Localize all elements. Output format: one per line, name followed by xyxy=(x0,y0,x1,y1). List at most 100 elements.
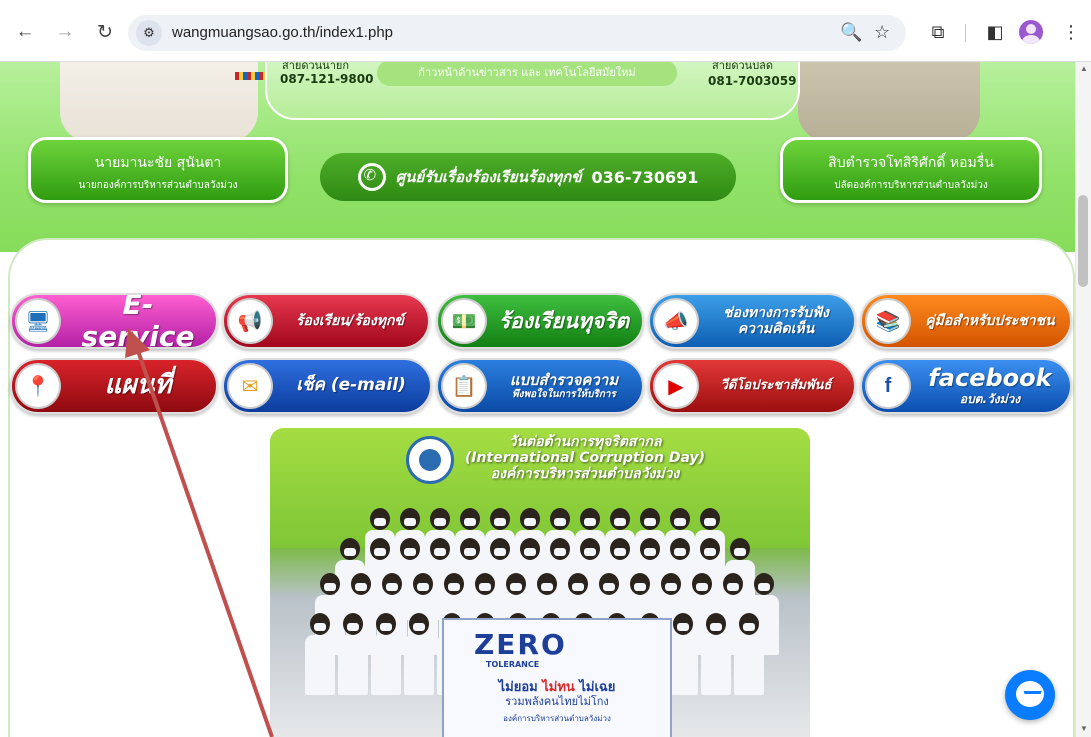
person-head xyxy=(723,573,743,595)
person-head xyxy=(700,508,720,530)
person-body xyxy=(371,635,401,695)
header-tagline: ก้าวหน้าด้านข่าวสาร และ เทคโนโลยีสมัยใหม… xyxy=(377,62,677,86)
person-head xyxy=(610,508,630,530)
mayor-phone: 087-121-9800 xyxy=(280,72,374,86)
page-viewport: ก้าวหน้าด้านข่าวสาร และ เทคโนโลยีสมัยใหม… xyxy=(0,62,1075,737)
opinion-channel-button[interactable]: 📣 ช่องทางการรับฟัง ความคิดเห็น xyxy=(648,293,856,349)
mayor-role: นายกองค์การบริหารส่วนตำบลวังม่วง xyxy=(78,180,238,191)
person-head xyxy=(670,538,690,560)
banner-subslogan: รวมพลังคนไทยไม่โกง xyxy=(505,695,609,708)
eservice-button[interactable]: 🖥 E-service xyxy=(10,293,218,349)
person-head xyxy=(376,613,396,635)
profile-avatar-icon[interactable] xyxy=(1019,20,1043,44)
whatsapp-icon xyxy=(357,163,386,191)
map-pin-icon: 📍 xyxy=(15,363,61,409)
person-head xyxy=(475,573,495,595)
person-head xyxy=(370,508,390,530)
banner-organization: องค์การบริหารส่วนตำบลวังม่วง xyxy=(503,714,611,723)
person-head xyxy=(460,538,480,560)
reload-icon[interactable]: ↻ xyxy=(92,19,118,45)
person-head xyxy=(340,538,360,560)
person-head xyxy=(460,508,480,530)
corruption-label: ร้องเรียนทุจริต xyxy=(498,308,630,333)
browser-toolbar: ← → ↻ ⚙ wangmuangsao.go.th/index1.php 🔍 … xyxy=(0,0,1091,62)
person-body xyxy=(404,635,434,695)
person-head xyxy=(580,508,600,530)
browser-menu-icon[interactable]: ⋮ xyxy=(1058,19,1084,45)
youtube-play-icon: ▶ xyxy=(653,363,699,409)
pr-video-button[interactable]: ▶ วีดีโอประชาสัมพันธ์ xyxy=(648,358,856,414)
person-head xyxy=(351,573,371,595)
person-head xyxy=(568,573,588,595)
person-head xyxy=(580,538,600,560)
person-head xyxy=(754,573,774,595)
video-label: วีดีโอประชาสัมพันธ์ xyxy=(720,377,832,393)
mayor-name-badge: นายมานะชัย สุนันตา นายกองค์การบริหารส่วน… xyxy=(28,137,288,203)
person-head xyxy=(670,508,690,530)
person-body xyxy=(701,635,731,695)
person-head xyxy=(430,508,450,530)
scrollbar-thumb[interactable] xyxy=(1078,195,1088,287)
person-body xyxy=(734,635,764,695)
email-button[interactable]: ✉ เช็ค (e-mail) xyxy=(222,358,432,414)
deputy-name-badge: สิบตำรวจโทสิริศักดิ์ หอมรื่น ปลัดองค์การ… xyxy=(780,137,1042,203)
person-head xyxy=(430,538,450,560)
messenger-chat-icon[interactable] xyxy=(1005,670,1055,720)
person-head xyxy=(370,538,390,560)
person-head xyxy=(520,538,540,560)
person-head xyxy=(413,573,433,595)
megaphone-icon: 📢 xyxy=(227,298,273,344)
survey-line-1: แบบสำรวจความ xyxy=(509,370,619,389)
map-button[interactable]: 📍 แผนที่ xyxy=(10,358,218,414)
toolbar-divider xyxy=(965,24,966,42)
corruption-complaint-button[interactable]: 💵 ร้องเรียนทุจริต xyxy=(436,293,644,349)
scroll-up-icon[interactable]: ▲ xyxy=(1080,64,1088,73)
extensions-icon[interactable]: ⧉ xyxy=(925,19,951,45)
person-head xyxy=(673,613,693,635)
zero-subtitle: TOLERANCE xyxy=(486,660,540,669)
facebook-button[interactable]: f facebook อบต.วังม่วง xyxy=(860,358,1072,414)
loudspeaker-icon: 📣 xyxy=(653,298,699,344)
person-head xyxy=(520,508,540,530)
person-head xyxy=(444,573,464,595)
survey-line-2: พึงพอใจในการให้บริการ xyxy=(512,388,616,400)
scroll-down-icon[interactable]: ▼ xyxy=(1080,724,1088,733)
survey-label: แบบสำรวจความ พึงพอใจในการให้บริการ xyxy=(494,360,634,412)
page-scrollbar[interactable] xyxy=(1075,62,1091,737)
zero-tolerance-banner: ZERO TOLERANCE ไม่ยอม ไม่ทน ไม่เฉย รวมพล… xyxy=(442,618,672,737)
side-panel-icon[interactable]: ◧ xyxy=(982,19,1008,45)
complaint-button[interactable]: 📢 ร้องเรียน/ร้องทุกข์ xyxy=(222,293,430,349)
back-icon[interactable]: ← xyxy=(12,19,38,45)
photo-caption: วันต่อต้านการทุจริตสากล (International C… xyxy=(455,434,715,482)
person-head xyxy=(739,613,759,635)
hotline-label: ศูนย์รับเรื่องร้องเรียนร้องทุกข์ xyxy=(395,168,582,186)
site-info-icon[interactable]: ⚙ xyxy=(136,20,162,46)
person-head xyxy=(700,538,720,560)
complaint-hotline[interactable]: ศูนย์รับเรื่องร้องเรียนร้องทุกข์ 036-730… xyxy=(320,153,736,201)
citizen-manual-button[interactable]: 📚 คู่มือสำหรับประชาชน xyxy=(860,293,1072,349)
person-head xyxy=(382,573,402,595)
person-head xyxy=(310,613,330,635)
person-head xyxy=(490,538,510,560)
person-head xyxy=(537,573,557,595)
facebook-line-1: facebook xyxy=(928,364,1052,393)
address-bar[interactable]: ⚙ wangmuangsao.go.th/index1.php 🔍 ☆ xyxy=(128,15,906,51)
deputy-phone: 081-7003059 xyxy=(708,74,797,88)
zoom-icon[interactable]: 🔍 xyxy=(840,22,862,43)
forward-icon[interactable]: → xyxy=(52,19,78,45)
manual-label: คู่มือสำหรับประชาชน xyxy=(925,312,1055,329)
photo-caption-line-2: (International Corruption Day) xyxy=(464,450,706,466)
person-head xyxy=(490,508,510,530)
email-label: เช็ค (e-mail) xyxy=(296,375,406,396)
eservice-label: E-service xyxy=(81,293,195,349)
satisfaction-survey-button[interactable]: 📋 แบบสำรวจความ พึงพอใจในการให้บริการ xyxy=(436,358,644,414)
person-head xyxy=(706,613,726,635)
deputy-photo xyxy=(798,62,980,142)
bookmark-star-icon[interactable]: ☆ xyxy=(874,22,890,43)
person-head xyxy=(730,538,750,560)
photo-caption-line-1: วันต่อต้านการทุจริตสากล xyxy=(508,434,662,450)
url-text[interactable]: wangmuangsao.go.th/index1.php xyxy=(172,24,393,41)
news-photo[interactable]: วันต่อต้านการทุจริตสากล (International C… xyxy=(270,428,810,737)
zero-title: ZERO xyxy=(474,628,567,661)
person-head xyxy=(409,613,429,635)
